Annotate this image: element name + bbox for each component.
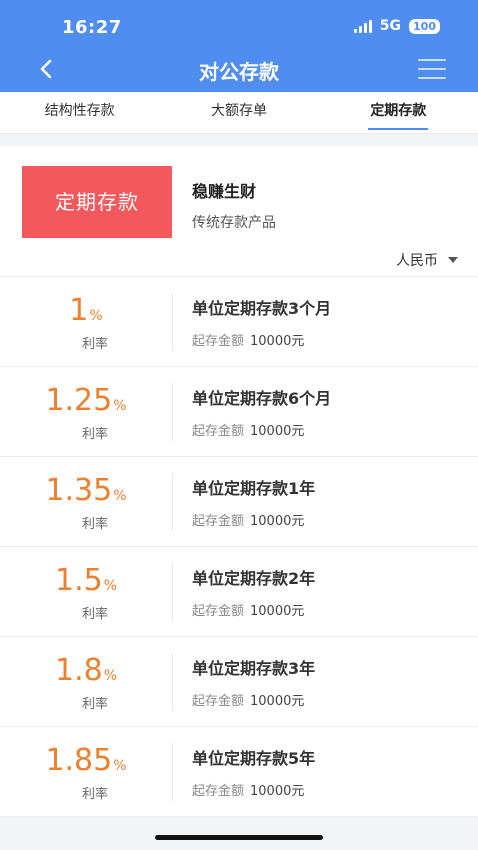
deposit-row[interactable]: 1.35% 利率 单位定期存款1年 起存金额 10000元	[0, 457, 478, 547]
rate-value: 1.8%	[54, 653, 118, 688]
rate-label: 利率	[81, 787, 108, 802]
deposit-title: 单位定期存款5年	[192, 749, 316, 768]
divider	[172, 653, 173, 711]
divider	[172, 383, 173, 441]
product-banner: 定期存款 稳赚生财 传统存款产品 人民币	[0, 146, 478, 276]
deposit-row[interactable]: 1.8% 利率 单位定期存款3年 起存金额 10000元	[0, 637, 478, 727]
deposit-row[interactable]: 1.85% 利率 单位定期存款5年 起存金额 10000元	[0, 727, 478, 817]
page: 16:27 5G 100 对公存款 结构性存款 大额存单 定期存款 定期存款 稳…	[0, 0, 478, 850]
rate-label: 利率	[81, 607, 108, 622]
network-label: 5G	[379, 18, 402, 34]
deposit-row[interactable]: 1.5% 利率 单位定期存款2年 起存金额 10000元	[0, 547, 478, 637]
deposit-title: 单位定期存款3年	[192, 659, 316, 678]
content: 定期存款 稳赚生财 传统存款产品 人民币 1% 利率 单位定期存款3个月 起存金…	[0, 146, 478, 817]
rate-label: 利率	[81, 337, 108, 352]
min-amount: 起存金额 10000元	[192, 514, 305, 529]
tab-large-certificate[interactable]: 大额存单	[159, 92, 318, 133]
tab-structured-deposit[interactable]: 结构性存款	[0, 92, 159, 133]
deposit-title: 单位定期存款3个月	[192, 299, 332, 318]
deposit-title: 单位定期存款2年	[192, 569, 316, 588]
currency-label: 人民币	[396, 253, 438, 269]
rate-value: 1.35%	[45, 473, 127, 508]
status-indicators: 5G 100	[353, 18, 440, 34]
divider	[172, 293, 173, 351]
product-desc: 传统存款产品	[192, 215, 276, 231]
divider	[172, 563, 173, 621]
tab-bar: 结构性存款 大额存单 定期存款	[0, 92, 478, 134]
divider	[172, 743, 173, 801]
rate-value: 1%	[69, 293, 103, 328]
header: 16:27 5G 100 对公存款	[0, 0, 478, 92]
rate-label: 利率	[81, 427, 108, 442]
menu-icon[interactable]	[418, 59, 446, 79]
deposit-row[interactable]: 1.25% 利率 单位定期存款6个月 起存金额 10000元	[0, 367, 478, 457]
divider	[172, 473, 173, 531]
min-amount: 起存金额 10000元	[192, 604, 305, 619]
page-title: 对公存款	[199, 60, 279, 84]
min-amount: 起存金额 10000元	[192, 424, 305, 439]
caret-down-icon	[448, 257, 458, 263]
rate-value: 1.85%	[45, 743, 127, 778]
min-amount: 起存金额 10000元	[192, 334, 305, 349]
min-amount: 起存金额 10000元	[192, 784, 305, 799]
product-badge: 定期存款	[22, 166, 172, 238]
deposit-title: 单位定期存款1年	[192, 479, 316, 498]
deposit-list: 1% 利率 单位定期存款3个月 起存金额 10000元 1.25% 利率 单位定期…	[0, 276, 478, 817]
currency-select[interactable]: 人民币	[396, 250, 458, 270]
product-name: 稳赚生财	[192, 182, 257, 201]
battery-icon: 100	[409, 18, 440, 34]
deposit-row[interactable]: 1% 利率 单位定期存款3个月 起存金额 10000元	[0, 277, 478, 367]
tab-fixed-deposit[interactable]: 定期存款	[319, 92, 478, 133]
status-time: 16:27	[62, 17, 122, 38]
rate-value: 1.25%	[45, 383, 127, 418]
rate-label: 利率	[81, 517, 108, 532]
signal-icon	[353, 19, 372, 33]
rate-label: 利率	[81, 697, 108, 712]
home-indicator[interactable]	[155, 835, 323, 840]
deposit-title: 单位定期存款6个月	[192, 389, 332, 408]
min-amount: 起存金额 10000元	[192, 694, 305, 709]
rate-value: 1.5%	[54, 563, 118, 598]
